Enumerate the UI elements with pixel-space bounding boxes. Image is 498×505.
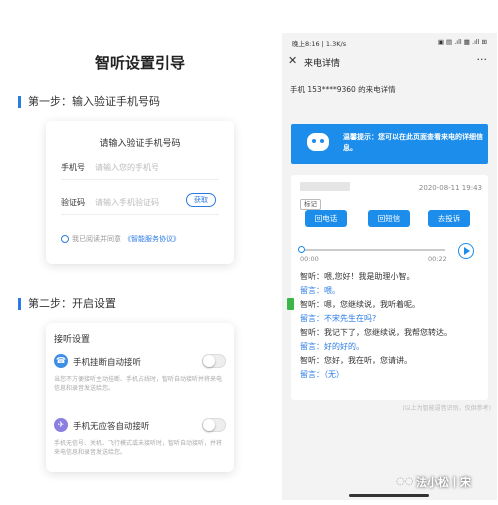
agree-text: 我已阅读并同意 (72, 235, 121, 243)
answer-settings-card: 接听设置 ☎ 手机挂断自动接听 当您不方便接听主动挂断、手机占线时，智听自动接听… (46, 323, 234, 472)
option1-toggle[interactable] (202, 354, 226, 368)
transcript-line: 留言：喂。 (300, 285, 340, 296)
status-time: 晚上8:16 | 1.3K/s (292, 40, 347, 48)
nav-title: 来电详情 (304, 59, 341, 69)
transcript-speaker: 留言： (300, 286, 324, 295)
airplane-icon: ✈ (54, 418, 68, 432)
play-icon[interactable] (458, 243, 474, 259)
transcript-text: 喂。 (324, 286, 340, 295)
transcript-line: 留言：（无） (300, 369, 344, 380)
record-time: 2020-08-11 19:43 (418, 184, 482, 192)
transcript-line: 智听：我记下了，您继续说，我帮您转达。 (300, 327, 452, 338)
wechat-icon: ◌◌ (396, 476, 414, 487)
nav-bar: ✕ 来电详情 ··· (282, 51, 497, 73)
mark-badge[interactable]: 标记 (300, 199, 321, 210)
transcript-line: 留言：好的好的。 (300, 341, 364, 352)
call-record-card: 2020-08-11 19:43 标记 回电话 回短信 去投诉 00:00 00… (291, 175, 488, 400)
transcript-line: 留言：不宋先生在吗? (300, 313, 376, 324)
code-field-row: 验证码 请输入手机验证码 获取 (61, 191, 219, 215)
audio-progress-track[interactable] (300, 249, 445, 251)
step1-heading: 第一步：输入验证手机号码 (18, 96, 160, 108)
agreement-row[interactable]: 我已阅读并同意 《智能服务协议》 (61, 234, 180, 244)
option2-toggle[interactable] (202, 418, 226, 432)
transcript-text: 嗯，您继续说，我听着呢。 (324, 300, 420, 309)
transcript-line: 智听：喂,您好！我是助理小智。 (300, 271, 415, 282)
transcript-text: 您好，我在听，您请讲。 (324, 356, 412, 365)
more-icon[interactable]: ··· (477, 53, 488, 66)
phone-screen: 晚上8:16 | 1.3K/s ▣ ▤ .ıll ▦ .ıll ⊞ ✕ 来电详情… (282, 33, 497, 500)
masked-caller (300, 182, 350, 191)
get-code-button[interactable]: 获取 (186, 193, 216, 207)
agree-checkbox-icon[interactable] (61, 235, 69, 243)
transcript-line: 智听：嗯，您继续说，我听着呢。 (300, 299, 420, 310)
phone-label: 手机号 (61, 163, 85, 172)
verify-phone-card: 请输入验证手机号码 手机号 请输入您的手机号 验证码 请输入手机验证码 获取 我… (46, 121, 234, 264)
tip-banner: 温馨提示：您可以在此页面查看来电的详细信息。 (291, 124, 488, 164)
caller-line: 手机 153****9360 的来电详情 (290, 85, 396, 94)
complain-button[interactable]: 去投诉 (428, 210, 470, 227)
audio-start-time: 00:00 (300, 255, 319, 263)
transcript-speaker: 留言： (300, 314, 324, 323)
audio-progress-knob[interactable] (298, 246, 305, 253)
transcript-text: 好的好的。 (324, 342, 364, 351)
transcript-speaker: 智听： (300, 272, 324, 281)
watermark: 法小松丨宋 (416, 476, 471, 489)
step2-heading: 第二步：开启设置 (18, 298, 116, 310)
phone-input[interactable]: 请输入您的手机号 (95, 162, 159, 173)
code-input[interactable]: 请输入手机验证码 (95, 197, 159, 208)
transcript-text: （无） (324, 370, 344, 379)
transcript-text: 我记下了，您继续说，我帮您转达。 (324, 328, 452, 337)
recognition-note: (以上为智能语音识别，仅供参考) (402, 405, 491, 412)
transcript-speaker: 留言： (300, 342, 324, 351)
status-icons: ▣ ▤ .ıll ▦ .ıll ⊞ (437, 38, 487, 46)
status-bar: 晚上8:16 | 1.3K/s ▣ ▤ .ıll ▦ .ıll ⊞ (282, 33, 497, 51)
tip-text: 温馨提示：您可以在此页面查看来电的详细信息。 (343, 133, 483, 152)
transcript-line: 智听：您好，我在听，您请讲。 (300, 355, 412, 366)
sms-button[interactable]: 回短信 (368, 210, 410, 227)
agreement-link[interactable]: 《智能服务协议》 (124, 234, 180, 244)
card2-title: 接听设置 (54, 335, 91, 345)
transcript-speaker: 智听： (300, 300, 324, 309)
option-noanswer-answer: ✈ 手机无应答自动接听 手机无信号、关机、飞行模式或未接听时，智听自动接听，并将… (54, 418, 226, 463)
robot-icon (307, 133, 329, 151)
code-label: 验证码 (61, 198, 85, 207)
audio-end-time: 00:22 (428, 255, 447, 263)
transcript-text: 喂,您好！我是助理小智。 (324, 272, 415, 281)
transcript-speaker: 留言： (300, 370, 324, 379)
side-tab-icon[interactable] (287, 298, 294, 310)
callback-button[interactable]: 回电话 (305, 210, 347, 227)
option2-desc: 手机无信号、关机、飞行模式或未接听时，智听自动接听，并将来电信息和录音发送给您。 (54, 440, 223, 456)
close-icon[interactable]: ✕ (288, 54, 297, 67)
option1-name: 手机挂断自动接听 (73, 358, 142, 368)
transcript-speaker: 智听： (300, 356, 324, 365)
option-hangup-answer: ☎ 手机挂断自动接听 当您不方便接听主动挂断、手机占线时，智听自动接听并将来电信… (54, 354, 226, 399)
transcript-text: 不宋先生在吗? (324, 314, 377, 323)
guide-title: 智听设置引导 (94, 54, 185, 72)
card1-title: 请输入验证手机号码 (99, 139, 181, 149)
phone-hangup-icon: ☎ (54, 354, 68, 368)
option2-name: 手机无应答自动接听 (73, 422, 150, 432)
phone-field-row: 手机号 请输入您的手机号 (61, 156, 219, 180)
home-indicator (349, 494, 429, 497)
transcript-speaker: 智听： (300, 328, 324, 337)
option1-desc: 当您不方便接听主动挂断、手机占线时，智听自动接听并将来电信息和录音发送给您。 (54, 376, 223, 392)
